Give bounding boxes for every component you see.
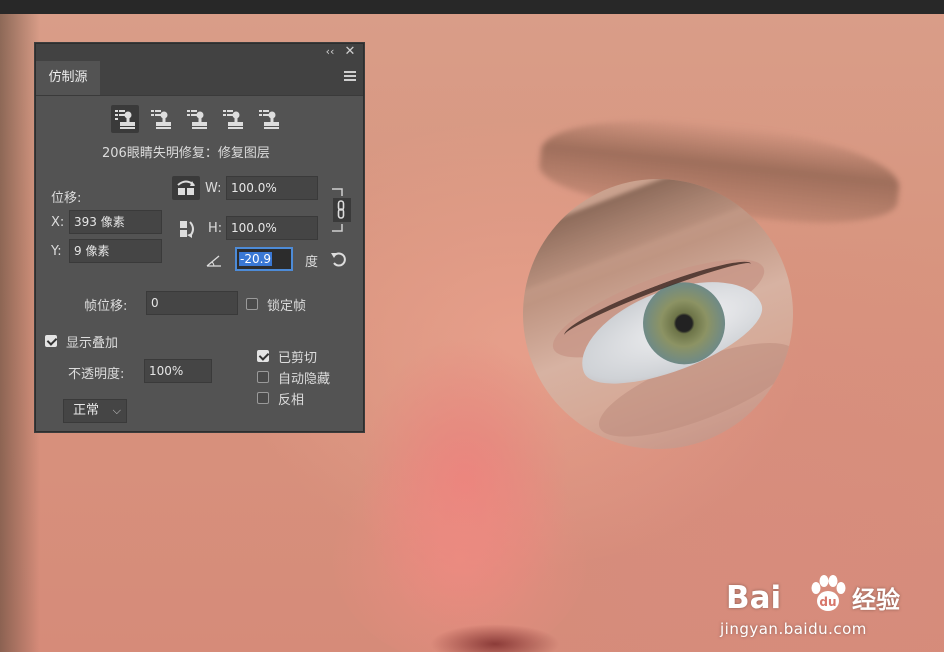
flip-vertical-button[interactable] <box>172 217 200 241</box>
width-input[interactable]: 100.0% <box>226 176 318 200</box>
clone-source-icon <box>187 110 207 129</box>
link-icon <box>332 188 351 232</box>
x-label: X: <box>51 215 65 230</box>
nose <box>330 434 590 652</box>
reset-transform-button[interactable] <box>330 250 348 268</box>
reset-icon <box>331 252 346 267</box>
source-name: 206眼睛失明修复：修复图层 <box>102 146 270 161</box>
invert-label: 反相 <box>278 393 305 408</box>
blend-mode-select[interactable]: 正常 ⌵ <box>63 399 127 423</box>
clone-source-button-4[interactable] <box>219 105 247 133</box>
height-input[interactable]: 100.0% <box>226 216 318 240</box>
watermark-brand-cn: 经验 <box>852 586 900 614</box>
tab-clone-source[interactable]: 仿制源 <box>36 61 100 95</box>
photo-shadow <box>0 14 40 652</box>
collapse-icon[interactable]: ‹‹ <box>324 45 336 59</box>
link-button[interactable] <box>330 188 352 232</box>
flip-horizontal-button[interactable] <box>172 176 200 200</box>
invert-checkbox[interactable] <box>257 392 269 404</box>
w-label: W: <box>205 181 222 196</box>
flip-horizontal-icon <box>177 180 195 195</box>
opacity-input[interactable]: 100% <box>144 359 212 383</box>
paw-icon: du <box>811 575 846 611</box>
clone-source-icon <box>259 110 279 129</box>
chevron-down-icon: ⌵ <box>112 404 121 417</box>
angle-icon <box>206 254 222 268</box>
angle-unit: 度 <box>305 255 319 270</box>
watermark-brand: Bai <box>726 580 782 616</box>
angle-value: -20.9 <box>239 252 273 266</box>
offset-label: 位移: <box>51 191 82 206</box>
clipped-checkbox[interactable] <box>257 350 269 362</box>
y-offset-input[interactable]: 9 像素 <box>69 239 162 263</box>
frame-offset-input[interactable]: 0 <box>146 291 238 315</box>
show-overlay-label: 显示叠加 <box>66 336 119 351</box>
panel-menu-icon[interactable] <box>344 71 356 83</box>
auto-hide-checkbox[interactable] <box>257 371 269 383</box>
clone-source-icon <box>151 110 171 129</box>
y-label: Y: <box>51 244 62 259</box>
clone-source-panel: ‹‹ ✕ 仿制源 206眼睛失明修复：修复图层 位移: X: 393 像素 Y:… <box>35 43 364 432</box>
lock-frame-label: 锁定帧 <box>267 299 307 314</box>
flip-vertical-icon <box>180 221 194 238</box>
blend-mode-value: 正常 <box>73 403 100 418</box>
clone-source-icon <box>115 110 135 129</box>
lock-frame-checkbox[interactable] <box>246 298 258 310</box>
clone-source-button-3[interactable] <box>183 105 211 133</box>
close-icon[interactable]: ✕ <box>343 45 357 59</box>
clone-source-button-2[interactable] <box>147 105 175 133</box>
auto-hide-label: 自动隐藏 <box>278 372 331 387</box>
clone-source-button-1[interactable] <box>111 105 139 133</box>
watermark-url: jingyan.baidu.com <box>720 620 867 638</box>
x-offset-input[interactable]: 393 像素 <box>69 210 162 234</box>
baidu-watermark: Bai du 经验 jingyan.baidu.com <box>720 566 920 646</box>
clipped-label: 已剪切 <box>278 351 318 366</box>
opacity-label: 不透明度: <box>68 367 125 382</box>
clone-source-button-5[interactable] <box>255 105 283 133</box>
angle-input[interactable]: -20.9 <box>235 247 293 271</box>
top-bar <box>0 0 944 14</box>
svg-text:du: du <box>819 595 836 609</box>
frame-offset-label: 帧位移: <box>84 299 128 314</box>
show-overlay-checkbox[interactable] <box>45 335 57 347</box>
panel-tab-bar: 仿制源 <box>36 61 363 96</box>
clone-source-icon <box>223 110 243 129</box>
panel-header: ‹‹ ✕ <box>36 44 363 61</box>
h-label: H: <box>208 221 223 236</box>
